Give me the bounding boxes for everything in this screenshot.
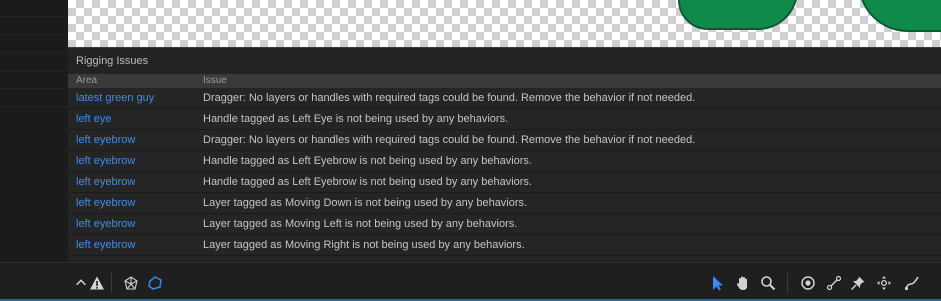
bottom-toolbar <box>0 262 941 301</box>
area-link[interactable]: left eyebrow <box>76 214 135 235</box>
scene-canvas[interactable] <box>68 0 941 47</box>
issues-list: latest green guy Dragger: No layers or h… <box>68 88 941 256</box>
issue-text: Handle tagged as Left Eyebrow is not bei… <box>203 155 532 167</box>
area-link[interactable]: left eyebrow <box>76 235 135 256</box>
left-side-panel <box>0 0 67 262</box>
polygon-icon[interactable] <box>145 273 165 293</box>
dragger-icon[interactable] <box>874 273 894 293</box>
table-row[interactable]: left eyebrow Handle tagged as Left Eyebr… <box>68 151 941 172</box>
origin-icon[interactable] <box>798 273 818 293</box>
issue-text: Layer tagged as Moving Down is not being… <box>203 197 528 209</box>
toolbar-separator <box>111 273 112 293</box>
issue-text: Dragger: No layers or handles with requi… <box>203 134 696 146</box>
table-row[interactable]: left eye Handle tagged as Left Eye is no… <box>68 109 941 130</box>
issue-text: Dragger: No layers or handles with requi… <box>203 92 696 104</box>
table-row[interactable]: latest green guy Dragger: No layers or h… <box>68 88 941 109</box>
app-window: Rigging Issues Area Issue latest green g… <box>0 0 941 301</box>
area-link[interactable]: left eye <box>76 109 111 130</box>
character-figure-right <box>858 0 941 32</box>
mesh-icon[interactable] <box>121 273 141 293</box>
area-link[interactable]: left eyebrow <box>76 130 135 151</box>
table-row[interactable]: left eyebrow Handle tagged as Left Eyebr… <box>68 172 941 193</box>
select-arrow-icon[interactable] <box>707 273 727 293</box>
rigging-issues-panel: Rigging Issues Area Issue latest green g… <box>68 47 941 262</box>
chevron-up-icon[interactable] <box>74 273 88 293</box>
column-header: Area Issue <box>68 74 941 88</box>
issue-text: Layer tagged as Moving Left is not being… <box>203 218 518 230</box>
table-row[interactable]: left eyebrow Layer tagged as Moving Left… <box>68 214 941 235</box>
warning-icon[interactable] <box>87 273 107 293</box>
column-issue-header[interactable]: Issue <box>203 74 227 88</box>
table-row[interactable]: left eyebrow Dragger: No layers or handl… <box>68 130 941 151</box>
column-area-header[interactable]: Area <box>76 74 97 88</box>
stick-icon[interactable] <box>824 273 844 293</box>
issue-text: Layer tagged as Moving Right is not bein… <box>203 239 525 251</box>
area-link[interactable]: latest green guy <box>76 88 154 109</box>
draw-icon[interactable] <box>902 273 922 293</box>
issue-text: Handle tagged as Left Eye is not being u… <box>203 113 509 125</box>
toolbar-separator <box>787 273 788 293</box>
table-row[interactable]: left eyebrow Layer tagged as Moving Righ… <box>68 235 941 256</box>
area-link[interactable]: left eyebrow <box>76 151 135 172</box>
panel-title: Rigging Issues <box>76 55 149 67</box>
issue-text: Handle tagged as Left Eyebrow is not bei… <box>203 176 532 188</box>
hand-icon[interactable] <box>733 273 753 293</box>
area-link[interactable]: left eyebrow <box>76 193 135 214</box>
zoom-icon[interactable] <box>758 273 778 293</box>
pin-icon[interactable] <box>848 273 868 293</box>
table-row[interactable]: left eyebrow Layer tagged as Moving Down… <box>68 193 941 214</box>
area-link[interactable]: left eyebrow <box>76 172 135 193</box>
character-figure-left <box>678 0 798 30</box>
